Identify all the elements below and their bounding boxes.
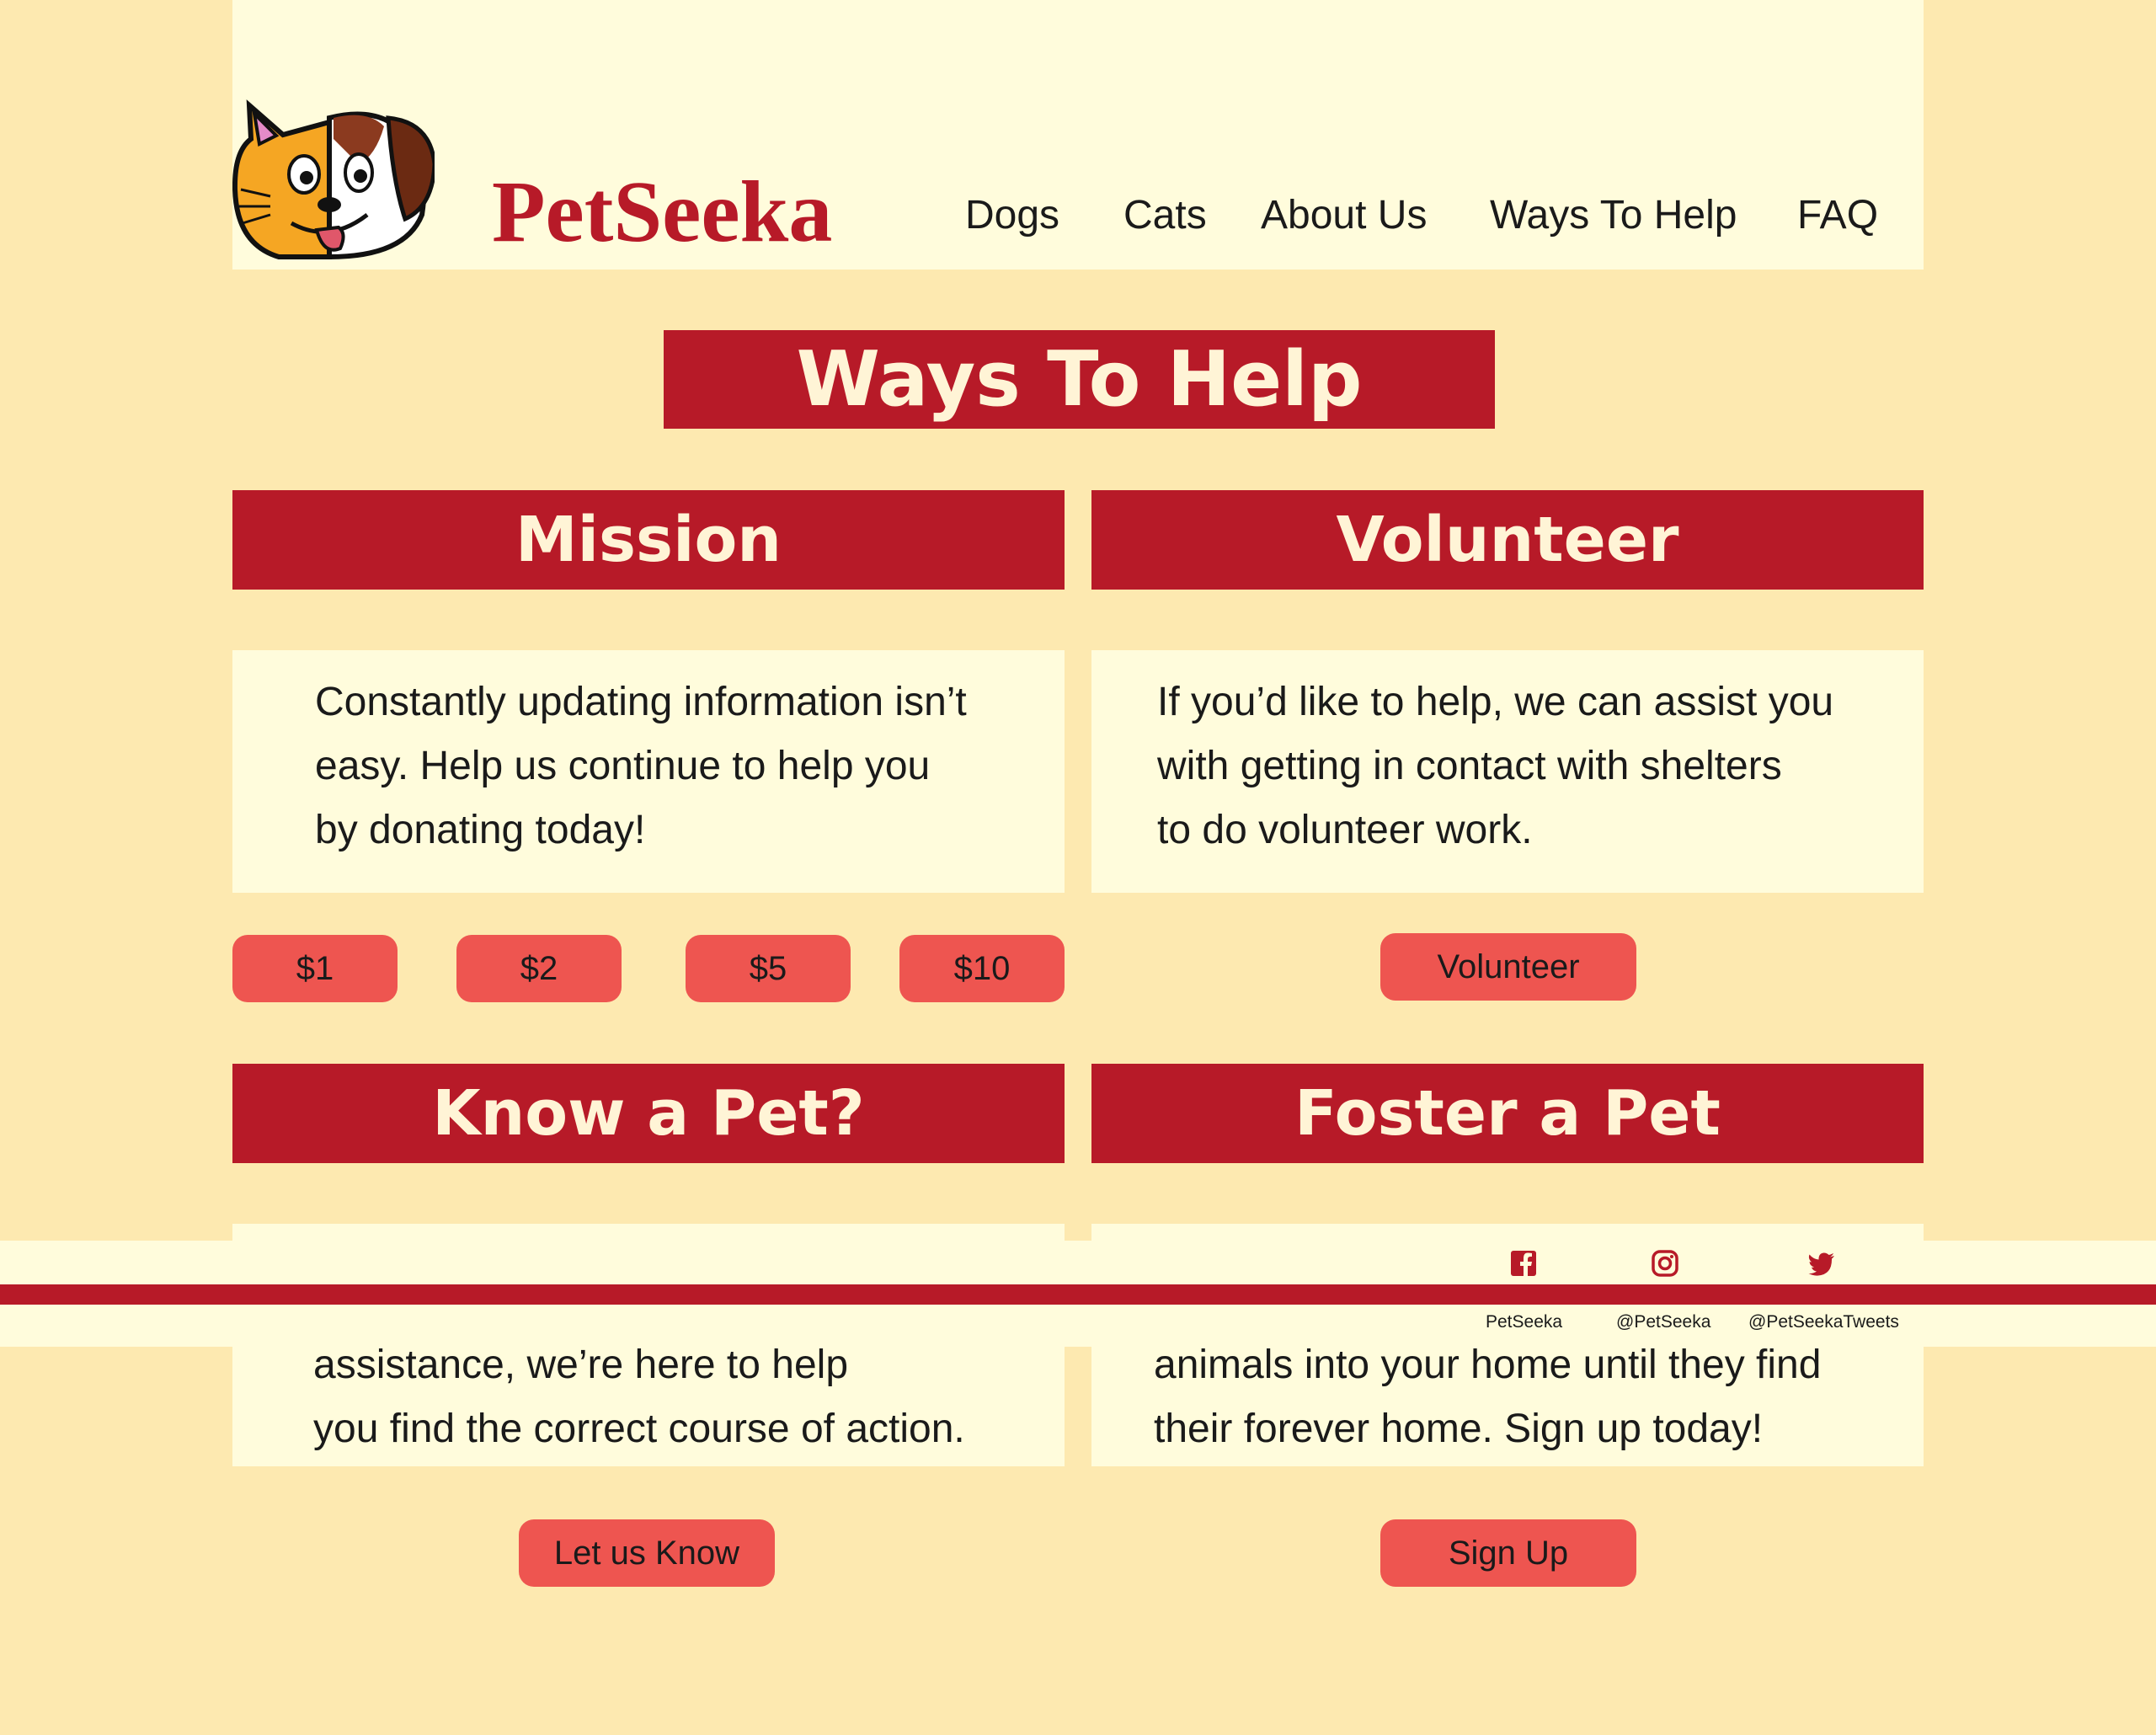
volunteer-heading-banner: Volunteer bbox=[1091, 490, 1924, 590]
instagram-label[interactable]: @PetSeeka bbox=[1616, 1312, 1710, 1332]
volunteer-heading: Volunteer bbox=[1336, 504, 1679, 576]
volunteer-text-line: with getting in contact with shelters bbox=[1157, 744, 1782, 788]
facebook-icon[interactable] bbox=[1509, 1249, 1538, 1278]
nav-item-dogs[interactable]: Dogs bbox=[965, 195, 1059, 236]
donate-2-button[interactable]: $2 bbox=[456, 935, 622, 1002]
volunteer-card: If you’d like to help, we can assist you… bbox=[1091, 650, 1924, 893]
foster-heading: Foster a Pet bbox=[1294, 1077, 1721, 1150]
footer-divider-bar bbox=[0, 1284, 2156, 1305]
nav-item-cats[interactable]: Cats bbox=[1123, 195, 1207, 236]
page-title: Ways To Help bbox=[796, 334, 1363, 424]
brand-name[interactable]: PetSeeka bbox=[492, 168, 832, 256]
twitter-label[interactable]: @PetSeekaTweets bbox=[1748, 1312, 1899, 1332]
page-title-banner: Ways To Help bbox=[664, 330, 1495, 429]
twitter-icon[interactable] bbox=[1807, 1249, 1836, 1278]
donate-1-button[interactable]: $1 bbox=[232, 935, 398, 1002]
know-a-pet-text-line: you find the correct course of action. bbox=[313, 1407, 965, 1451]
know-a-pet-heading: Know a Pet? bbox=[432, 1077, 865, 1150]
know-a-pet-heading-banner: Know a Pet? bbox=[232, 1064, 1065, 1163]
foster-text-line: their forever home. Sign up today! bbox=[1154, 1407, 1764, 1451]
let-us-know-button[interactable]: Let us Know bbox=[519, 1519, 775, 1587]
mission-text-line: Constantly updating information isn’t bbox=[315, 680, 967, 724]
nav-item-faq[interactable]: FAQ bbox=[1797, 195, 1878, 236]
sign-up-button[interactable]: Sign Up bbox=[1380, 1519, 1636, 1587]
volunteer-text-line: to do volunteer work. bbox=[1157, 808, 1533, 852]
mission-heading-banner: Mission bbox=[232, 490, 1065, 590]
volunteer-button[interactable]: Volunteer bbox=[1380, 933, 1636, 1001]
donate-10-button[interactable]: $10 bbox=[899, 935, 1065, 1002]
nav-item-about-us[interactable]: About Us bbox=[1261, 195, 1427, 236]
petseeka-logo[interactable] bbox=[232, 88, 435, 261]
mission-heading: Mission bbox=[515, 504, 782, 576]
mission-card: Constantly updating information isn’t ea… bbox=[232, 650, 1065, 893]
volunteer-text-line: If you’d like to help, we can assist you bbox=[1157, 680, 1834, 724]
donate-5-button[interactable]: $5 bbox=[686, 935, 851, 1002]
foster-heading-banner: Foster a Pet bbox=[1091, 1064, 1924, 1163]
facebook-label[interactable]: PetSeeka bbox=[1486, 1312, 1562, 1332]
mission-text-line: easy. Help us continue to help you bbox=[315, 744, 931, 788]
nav-item-ways-to-help[interactable]: Ways To Help bbox=[1490, 195, 1737, 236]
site-header: PetSeeka Dogs Cats About Us Ways To Help… bbox=[232, 0, 1924, 270]
mission-text-line: by donating today! bbox=[315, 808, 646, 852]
instagram-icon[interactable] bbox=[1651, 1249, 1679, 1278]
